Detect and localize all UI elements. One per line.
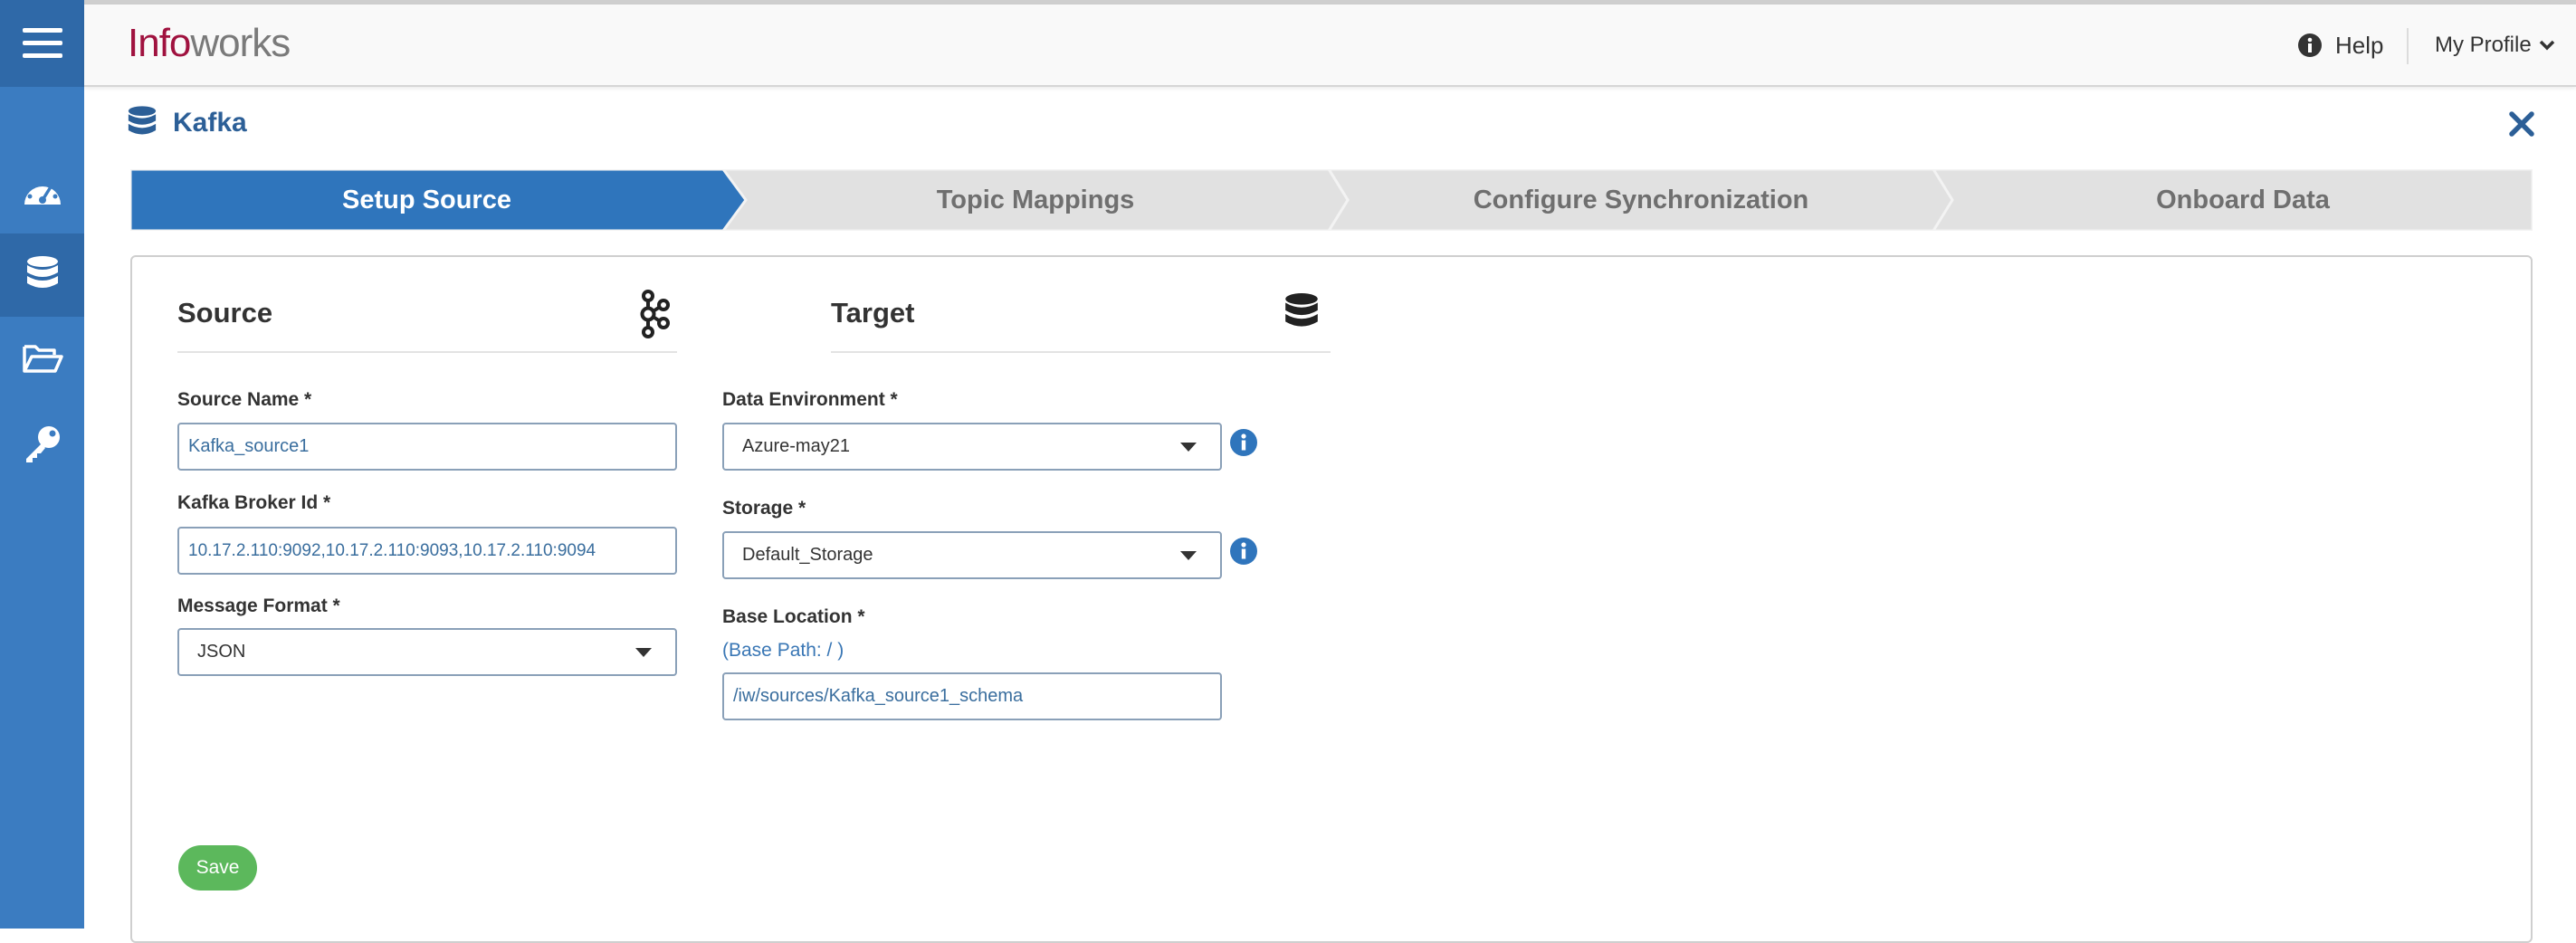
page-title: Kafka [128,106,247,140]
help-label: Help [2335,31,2384,59]
chevron-down-icon [2539,40,2554,51]
storage-value: Default_Storage [742,545,873,565]
save-button[interactable]: Save [178,845,257,891]
caret-down-icon [1180,443,1197,452]
kafka-broker-id-label: Kafka Broker Id * [177,492,331,513]
sidebar-item-sources[interactable] [0,233,84,317]
step-onboard-data[interactable]: Onboard Data [1953,169,2533,231]
info-circle-icon[interactable] [1229,537,1258,566]
logo-part-works: works [190,21,291,65]
info-circle-icon [2298,33,2322,57]
caret-down-icon [635,648,652,657]
message-format-select[interactable]: JSON [177,628,677,676]
hamburger-icon [22,28,62,58]
message-format-label: Message Format * [177,595,340,616]
dashboard-gauge-icon [24,179,61,205]
menu-button[interactable] [0,0,84,87]
page-title-text: Kafka [173,108,247,138]
help-link[interactable]: Help [2297,27,2383,63]
top-header: Infoworks Help My Profile [84,5,2576,87]
close-icon[interactable] [2506,109,2537,139]
source-name-label: Source Name * [177,389,312,410]
storage-select[interactable]: Default_Storage [722,531,1222,579]
base-path-hint: (Base Path: / ) [722,640,844,661]
source-divider [177,351,677,353]
message-format-value: JSON [197,642,246,662]
folder-open-icon [22,345,63,373]
base-location-input[interactable] [722,672,1222,720]
caret-down-icon [1180,551,1197,560]
sidebar-item-dashboard[interactable] [0,148,84,232]
kafka-broker-id-input[interactable] [177,527,677,575]
source-section-title: Source [177,297,273,329]
profile-label: My Profile [2435,33,2532,57]
wizard-stepper: Setup Source Topic Mappings Configure Sy… [130,169,2533,231]
target-divider [831,351,1331,353]
header-divider [2407,28,2409,64]
sidebar-item-folders[interactable] [0,317,84,400]
database-icon [128,106,157,135]
my-profile-dropdown[interactable]: My Profile [2435,27,2555,63]
storage-label: Storage * [722,498,806,519]
database-icon [26,256,58,288]
base-location-label: Base Location * [722,606,865,627]
infoworks-logo[interactable]: Infoworks [128,21,291,66]
step-configure-synchronization[interactable]: Configure Synchronization [1348,169,1934,231]
data-environment-label: Data Environment * [722,389,898,410]
logo-part-info: Info [128,21,191,65]
kafka-logo-icon [640,290,670,338]
info-circle-icon[interactable] [1229,428,1258,457]
database-icon [1285,293,1318,327]
sidebar [0,0,84,929]
data-environment-value: Azure-may21 [742,436,850,456]
target-section-title: Target [831,297,915,329]
step-topic-mappings[interactable]: Topic Mappings [742,169,1329,231]
source-name-input[interactable] [177,423,677,471]
setup-source-panel [130,255,2533,943]
sidebar-item-keys[interactable] [0,402,84,485]
step-setup-source[interactable]: Setup Source [130,169,723,231]
data-environment-select[interactable]: Azure-may21 [722,423,1222,471]
key-icon [25,426,60,462]
